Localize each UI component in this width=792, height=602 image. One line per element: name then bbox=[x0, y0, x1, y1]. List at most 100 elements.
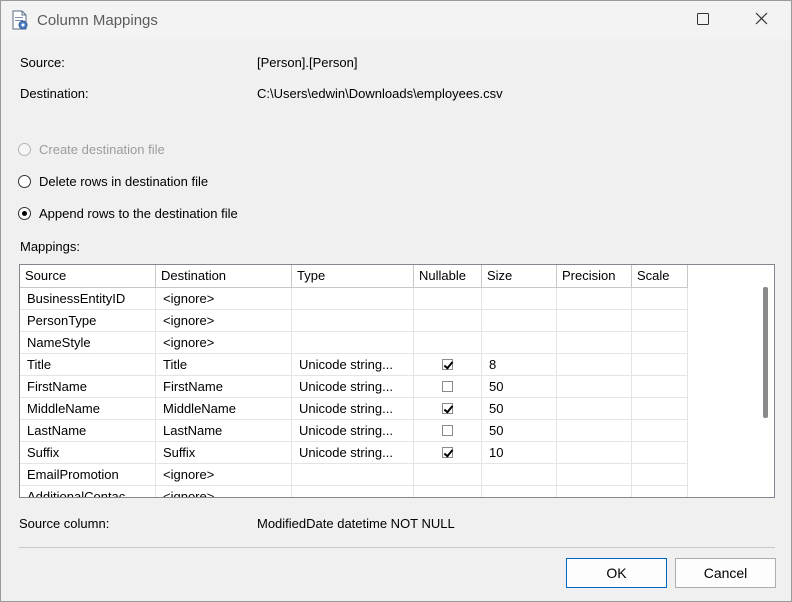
column-header-size[interactable]: Size bbox=[482, 265, 557, 288]
scale-cell[interactable] bbox=[632, 288, 688, 310]
size-cell[interactable]: 8 bbox=[482, 354, 557, 376]
scale-cell[interactable] bbox=[632, 376, 688, 398]
scale-cell[interactable] bbox=[632, 442, 688, 464]
destination-cell[interactable]: <ignore> bbox=[156, 486, 292, 497]
nullable-cell[interactable] bbox=[414, 486, 482, 497]
table-row[interactable]: AdditionalContac <ignore> bbox=[20, 486, 688, 497]
type-cell[interactable] bbox=[292, 486, 414, 497]
table-row[interactable]: LastName LastName Unicode string... 50 bbox=[20, 420, 688, 442]
cancel-button[interactable]: Cancel bbox=[675, 558, 776, 588]
destination-cell[interactable]: Title bbox=[156, 354, 292, 376]
nullable-cell[interactable] bbox=[414, 420, 482, 442]
destination-cell[interactable]: <ignore> bbox=[156, 332, 292, 354]
size-cell[interactable]: 50 bbox=[482, 420, 557, 442]
type-cell[interactable]: Unicode string... bbox=[292, 376, 414, 398]
type-cell[interactable] bbox=[292, 464, 414, 486]
table-row[interactable]: Title Title Unicode string... 8 bbox=[20, 354, 688, 376]
destination-cell[interactable]: FirstName bbox=[156, 376, 292, 398]
size-cell[interactable]: 10 bbox=[482, 442, 557, 464]
type-cell[interactable]: Unicode string... bbox=[292, 442, 414, 464]
size-cell[interactable]: 50 bbox=[482, 398, 557, 420]
precision-cell[interactable] bbox=[557, 376, 632, 398]
type-cell[interactable] bbox=[292, 332, 414, 354]
destination-label: Destination: bbox=[20, 86, 89, 101]
column-header-source[interactable]: Source bbox=[20, 265, 156, 288]
nullable-checkbox[interactable] bbox=[442, 359, 453, 370]
mappings-label: Mappings: bbox=[20, 239, 80, 254]
nullable-checkbox[interactable] bbox=[442, 447, 453, 458]
destination-cell[interactable]: Suffix bbox=[156, 442, 292, 464]
mappings-grid[interactable]: Source Destination Type Nullable Size Precisi… bbox=[19, 264, 775, 498]
scale-cell[interactable] bbox=[632, 354, 688, 376]
precision-cell[interactable] bbox=[557, 420, 632, 442]
precision-cell[interactable] bbox=[557, 354, 632, 376]
scale-cell[interactable] bbox=[632, 310, 688, 332]
destination-cell[interactable]: <ignore> bbox=[156, 310, 292, 332]
size-cell[interactable]: 50 bbox=[482, 376, 557, 398]
precision-cell[interactable] bbox=[557, 442, 632, 464]
column-header-precision[interactable]: Precision bbox=[557, 265, 632, 288]
type-cell[interactable]: Unicode string... bbox=[292, 420, 414, 442]
close-button[interactable] bbox=[738, 1, 784, 39]
table-row[interactable]: NameStyle <ignore> bbox=[20, 332, 688, 354]
table-row[interactable]: FirstName FirstName Unicode string... 50 bbox=[20, 376, 688, 398]
scale-cell[interactable] bbox=[632, 332, 688, 354]
nullable-cell[interactable] bbox=[414, 442, 482, 464]
size-cell[interactable] bbox=[482, 332, 557, 354]
column-header-nullable[interactable]: Nullable bbox=[414, 265, 482, 288]
precision-cell[interactable] bbox=[557, 464, 632, 486]
table-row[interactable]: BusinessEntityID <ignore> bbox=[20, 288, 688, 310]
ok-button[interactable]: OK bbox=[566, 558, 667, 588]
source-value: [Person].[Person] bbox=[257, 55, 358, 70]
table-row[interactable]: MiddleName MiddleName Unicode string... 50 bbox=[20, 398, 688, 420]
type-cell[interactable]: Unicode string... bbox=[292, 398, 414, 420]
scale-cell[interactable] bbox=[632, 398, 688, 420]
append-rows-option[interactable]: Append rows to the destination file bbox=[18, 204, 238, 222]
table-row[interactable]: Suffix Suffix Unicode string... 10 bbox=[20, 442, 688, 464]
destination-cell[interactable]: <ignore> bbox=[156, 464, 292, 486]
destination-cell[interactable]: MiddleName bbox=[156, 398, 292, 420]
vertical-scrollbar[interactable] bbox=[757, 265, 774, 497]
precision-cell[interactable] bbox=[557, 486, 632, 497]
nullable-cell[interactable] bbox=[414, 354, 482, 376]
delete-rows-option[interactable]: Delete rows in destination file bbox=[18, 172, 208, 190]
source-cell: NameStyle bbox=[20, 332, 156, 354]
delete-rows-label[interactable]: Delete rows in destination file bbox=[39, 174, 208, 189]
column-header-scale[interactable]: Scale bbox=[632, 265, 688, 288]
type-cell[interactable] bbox=[292, 310, 414, 332]
size-cell[interactable] bbox=[482, 464, 557, 486]
append-rows-radio[interactable] bbox=[18, 206, 31, 220]
destination-cell[interactable]: <ignore> bbox=[156, 288, 292, 310]
size-cell[interactable] bbox=[482, 310, 557, 332]
precision-cell[interactable] bbox=[557, 288, 632, 310]
table-row[interactable]: EmailPromotion <ignore> bbox=[20, 464, 688, 486]
nullable-cell[interactable] bbox=[414, 464, 482, 486]
precision-cell[interactable] bbox=[557, 398, 632, 420]
title-bar: Column Mappings bbox=[1, 1, 791, 39]
type-cell[interactable] bbox=[292, 288, 414, 310]
size-cell[interactable] bbox=[482, 486, 557, 497]
scrollbar-thumb[interactable] bbox=[763, 287, 768, 418]
nullable-cell[interactable] bbox=[414, 332, 482, 354]
table-row[interactable]: PersonType <ignore> bbox=[20, 310, 688, 332]
delete-rows-radio[interactable] bbox=[18, 174, 31, 188]
nullable-cell[interactable] bbox=[414, 376, 482, 398]
nullable-checkbox[interactable] bbox=[442, 425, 453, 436]
precision-cell[interactable] bbox=[557, 310, 632, 332]
scale-cell[interactable] bbox=[632, 464, 688, 486]
nullable-checkbox[interactable] bbox=[442, 381, 453, 392]
destination-cell[interactable]: LastName bbox=[156, 420, 292, 442]
nullable-cell[interactable] bbox=[414, 398, 482, 420]
scale-cell[interactable] bbox=[632, 420, 688, 442]
column-header-type[interactable]: Type bbox=[292, 265, 414, 288]
precision-cell[interactable] bbox=[557, 332, 632, 354]
scale-cell[interactable] bbox=[632, 486, 688, 497]
column-header-destination[interactable]: Destination bbox=[156, 265, 292, 288]
size-cell[interactable] bbox=[482, 288, 557, 310]
nullable-cell[interactable] bbox=[414, 288, 482, 310]
nullable-cell[interactable] bbox=[414, 310, 482, 332]
type-cell[interactable]: Unicode string... bbox=[292, 354, 414, 376]
maximize-button[interactable] bbox=[680, 1, 726, 39]
nullable-checkbox[interactable] bbox=[442, 403, 453, 414]
append-rows-label[interactable]: Append rows to the destination file bbox=[39, 206, 238, 221]
